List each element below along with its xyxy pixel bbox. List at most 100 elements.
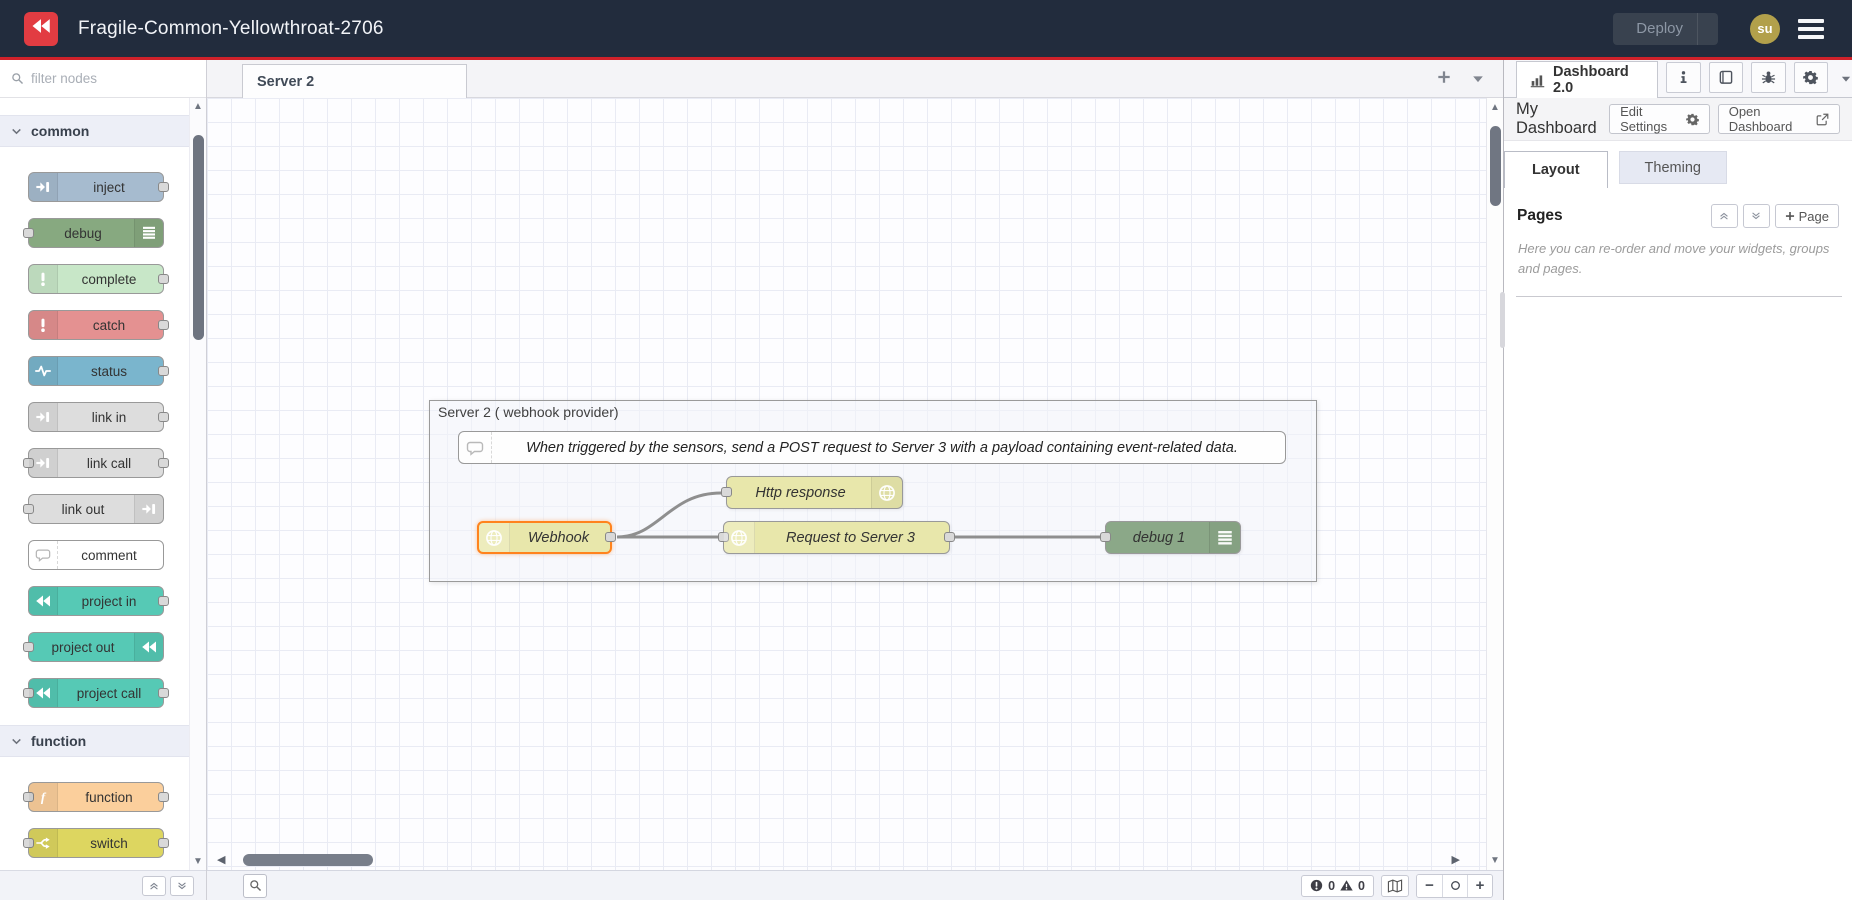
- palette-scrollbar[interactable]: ▲ ▼: [189, 98, 206, 870]
- collapse-all-button[interactable]: [142, 876, 166, 896]
- palette-node-project-call[interactable]: project call: [28, 678, 164, 708]
- node-port-output[interactable]: [158, 412, 169, 422]
- node-debug-1[interactable]: debug 1: [1105, 521, 1241, 554]
- zoom-out-button[interactable]: −: [1417, 875, 1442, 897]
- move-down-button[interactable]: [1743, 204, 1770, 228]
- scrollbar-thumb[interactable]: [243, 854, 373, 866]
- flow-tab-server-2[interactable]: Server 2: [242, 64, 467, 99]
- tab-help[interactable]: [1709, 62, 1743, 93]
- palette-node-link-out[interactable]: link out: [28, 494, 164, 524]
- flow-canvas[interactable]: Server 2 ( webhook provider) When trigge…: [207, 98, 1503, 870]
- zoom-reset-button[interactable]: [1442, 875, 1467, 897]
- node-port-output[interactable]: [158, 366, 169, 376]
- node-http-response[interactable]: Http response: [726, 476, 903, 509]
- dashboard-subtabs: Layout Theming: [1504, 151, 1852, 188]
- palette-scrollbar-thumb[interactable]: [193, 135, 204, 340]
- move-up-button[interactable]: [1711, 204, 1738, 228]
- palette-node-catch[interactable]: catch: [28, 310, 164, 340]
- palette-node-debug[interactable]: debug: [28, 218, 164, 248]
- palette-node-project-in[interactable]: project in: [28, 586, 164, 616]
- zoom-in-button[interactable]: +: [1467, 875, 1492, 897]
- tab-debug[interactable]: [1751, 62, 1785, 93]
- tab-layout[interactable]: Layout: [1504, 151, 1608, 188]
- palette-category-common[interactable]: common: [0, 115, 189, 147]
- palette-filter-input[interactable]: [31, 71, 161, 86]
- edit-settings-button[interactable]: Edit Settings: [1609, 104, 1710, 134]
- node-port-output[interactable]: [158, 838, 169, 848]
- scroll-up-arrow[interactable]: ▲: [1487, 102, 1503, 113]
- node-red-logo-icon: [29, 679, 58, 707]
- warning-icon: [1340, 879, 1353, 892]
- node-port-input[interactable]: [23, 228, 34, 238]
- palette-node-switch[interactable]: switch: [28, 828, 164, 858]
- node-red-app: Fragile-Common-Yellowthroat-2706 Deploy …: [0, 0, 1852, 900]
- user-avatar[interactable]: su: [1750, 14, 1780, 44]
- flow-list-button[interactable]: [1471, 72, 1485, 86]
- error-icon: [1310, 879, 1323, 892]
- sidebar: Dashboard 2.0 My Dashboard Edit Settings…: [1503, 60, 1852, 900]
- node-request-to-server-3[interactable]: Request to Server 3: [723, 521, 950, 554]
- palette-search[interactable]: [0, 60, 206, 98]
- scroll-down-arrow[interactable]: ▼: [1487, 855, 1503, 866]
- tab-dashboard-2[interactable]: Dashboard 2.0: [1516, 61, 1658, 98]
- open-dashboard-button[interactable]: Open Dashboard: [1718, 104, 1840, 134]
- sidebar-splitter-handle[interactable]: [1500, 292, 1505, 348]
- add-page-button[interactable]: Page: [1775, 204, 1839, 228]
- expand-all-button[interactable]: [170, 876, 194, 896]
- palette-node-complete[interactable]: complete: [28, 264, 164, 294]
- scroll-right-arrow[interactable]: ▶: [1452, 853, 1460, 866]
- canvas-footer: 0 0 − +: [207, 870, 1503, 900]
- node-port-input[interactable]: [23, 642, 34, 652]
- palette-node-link-call[interactable]: link call: [28, 448, 164, 478]
- node-port-input[interactable]: [23, 504, 34, 514]
- canvas-vertical-scrollbar[interactable]: ▲ ▼: [1486, 98, 1503, 870]
- node-port-output[interactable]: [944, 532, 955, 542]
- deploy-button[interactable]: Deploy: [1613, 13, 1718, 45]
- dashboard-title: My Dashboard: [1516, 100, 1609, 138]
- node-port-output[interactable]: [605, 532, 616, 542]
- deploy-options-button[interactable]: [1697, 13, 1718, 45]
- sidebar-tab-list-button[interactable]: [1840, 73, 1852, 85]
- canvas-horizontal-scrollbar[interactable]: ◀ ▶: [207, 850, 1486, 870]
- tab-theming[interactable]: Theming: [1619, 151, 1727, 184]
- palette-category-function[interactable]: function: [0, 725, 189, 757]
- search-flows-button[interactable]: [243, 874, 267, 898]
- palette-node-status[interactable]: status: [28, 356, 164, 386]
- scroll-down-arrow[interactable]: ▼: [190, 856, 206, 867]
- comment-node[interactable]: When triggered by the sensors, send a PO…: [458, 431, 1286, 464]
- search-icon: [11, 72, 24, 85]
- node-port-output[interactable]: [158, 320, 169, 330]
- workspace: Server 2 Server 2 ( webhook provider) Wh…: [207, 60, 1503, 900]
- node-port-output[interactable]: [158, 458, 169, 468]
- palette-node-inject[interactable]: inject: [28, 172, 164, 202]
- fork-icon: [29, 829, 58, 857]
- palette-node-comment[interactable]: comment: [28, 540, 164, 570]
- node-port-output[interactable]: [158, 792, 169, 802]
- node-port-input[interactable]: [721, 487, 732, 497]
- function-f-icon: f: [29, 783, 58, 811]
- scroll-left-arrow[interactable]: ◀: [217, 853, 225, 866]
- scrollbar-thumb[interactable]: [1490, 126, 1501, 206]
- external-link-icon: [1816, 113, 1829, 126]
- palette-node-function[interactable]: ffunction: [28, 782, 164, 812]
- scroll-up-arrow[interactable]: ▲: [190, 101, 206, 112]
- arrow-in-icon: [134, 495, 163, 523]
- tab-info[interactable]: [1666, 62, 1700, 93]
- navigator-button[interactable]: [1381, 875, 1409, 897]
- node-port-output[interactable]: [158, 274, 169, 284]
- palette-node-link-in[interactable]: link in: [28, 402, 164, 432]
- node-webhook[interactable]: Webhook: [477, 521, 612, 554]
- node-port-output[interactable]: [158, 688, 169, 698]
- tab-config[interactable]: [1794, 62, 1828, 93]
- main-menu-button[interactable]: [1798, 19, 1824, 39]
- wire[interactable]: [617, 493, 721, 537]
- exclamation-icon: [29, 265, 58, 293]
- node-red-logo-icon: [134, 633, 163, 661]
- speech-bubble-icon: [29, 541, 58, 569]
- node-port-output[interactable]: [158, 182, 169, 192]
- add-flow-button[interactable]: [1437, 70, 1451, 84]
- node-port-input[interactable]: [1100, 532, 1111, 542]
- notification-counts[interactable]: 0 0: [1301, 875, 1374, 897]
- palette-node-project-out[interactable]: project out: [28, 632, 164, 662]
- node-port-output[interactable]: [158, 596, 169, 606]
